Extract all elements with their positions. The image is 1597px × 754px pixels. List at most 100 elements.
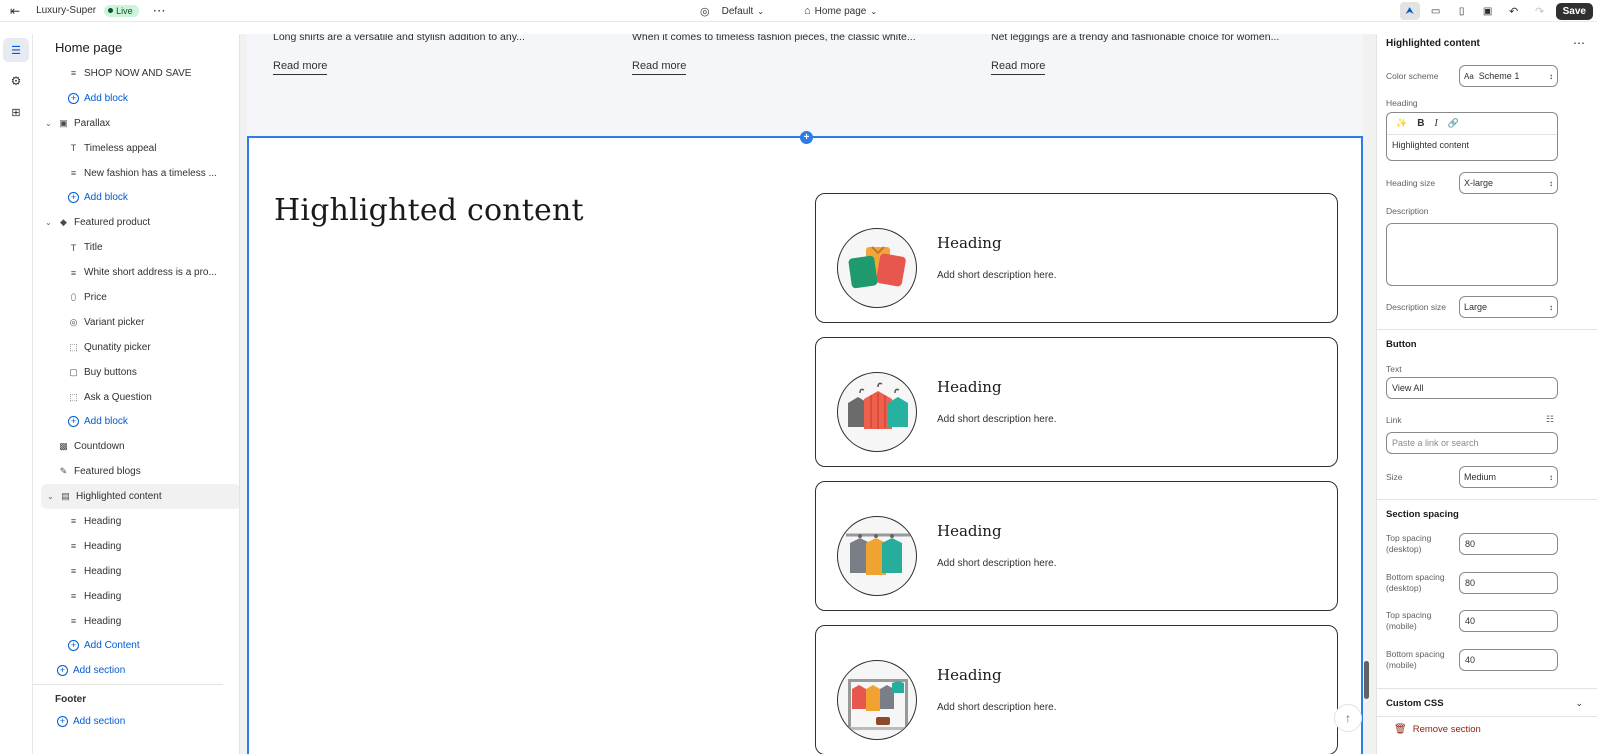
block-item[interactable]: ≡ New fashion has a timeless ... [33, 161, 223, 186]
add-block-button[interactable]: + Add Content [33, 633, 223, 658]
ai-sparkle-icon[interactable]: ✨ [1396, 118, 1407, 129]
footer-title: Footer [55, 694, 87, 705]
custom-css-toggle[interactable]: Custom CSS [1386, 698, 1444, 709]
bottom-mobile-input[interactable]: 40 [1459, 649, 1558, 671]
block-item[interactable]: ⬯ Price [33, 285, 223, 310]
featured-blogs-section[interactable]: Long shirts are a versatile and stylish … [247, 34, 1363, 136]
text-T-icon: T [70, 143, 77, 154]
read-more-link[interactable]: Read more [632, 60, 687, 75]
block-label: Title [84, 242, 103, 254]
block-item[interactable]: T Timeless appeal [33, 136, 223, 161]
section-item[interactable]: ✎ Featured blogs [33, 459, 223, 484]
chevron-down-icon[interactable]: ⌄ [45, 218, 54, 227]
section-item[interactable]: ⌄ ▤ Highlighted content [41, 484, 239, 510]
store-name[interactable]: Luxury-Super [36, 5, 96, 16]
scroll-to-top-button[interactable]: ↑ [1334, 704, 1362, 732]
card-description: Add short description here. [937, 702, 1057, 713]
block-item[interactable]: T Title [33, 235, 223, 260]
blog-excerpt: Net leggings are a trendy and fashionabl… [991, 34, 1280, 43]
blog-excerpt: When it comes to timeless fashion pieces… [632, 34, 916, 43]
block-label: Ask a Question [84, 391, 152, 403]
save-button[interactable]: Save [1555, 2, 1593, 20]
undo-icon[interactable]: ↶ [1504, 2, 1524, 20]
content-card[interactable]: Heading Add short description here. [815, 481, 1338, 611]
sections-panel: Home page ≡ SHOP NOW AND SAVE + Add block ⌄ ▣… [33, 34, 240, 754]
heading-value[interactable]: Highlighted content [1387, 135, 1557, 155]
add-block-button[interactable]: + Add block [33, 409, 223, 434]
block-item[interactable]: ≡ Heading [33, 509, 223, 534]
color-scheme-select[interactable]: Aa Scheme 1 ↕ [1459, 65, 1558, 87]
button-text-input[interactable]: View All [1386, 377, 1558, 399]
bottom-desktop-label: Bottom spacing (desktop) [1386, 572, 1445, 593]
section-label: Featured product [74, 217, 151, 229]
bold-icon[interactable]: B [1417, 118, 1424, 129]
block-item[interactable]: ◎ Variant picker [33, 310, 223, 335]
theme-selector[interactable]: ◎ Default ⌄ [700, 5, 764, 18]
block-label: Price [84, 291, 107, 303]
block-item[interactable]: ≡ Heading [33, 609, 223, 634]
blog-excerpt: Long shirts are a versatile and stylish … [273, 34, 525, 43]
card-heading: Heading [937, 666, 1002, 684]
settings-gear-icon[interactable]: ⚙ [3, 69, 29, 93]
fullscreen-view-icon[interactable]: ▣ [1478, 2, 1498, 20]
chevron-down-icon[interactable]: ⌄ [1575, 698, 1583, 709]
mobile-view-icon[interactable]: ▯ [1452, 2, 1472, 20]
link-input[interactable]: Paste a link or search [1386, 432, 1558, 454]
blog-card: When it comes to timeless fashion pieces… [632, 34, 916, 75]
inspector-icon[interactable]: ⮝ [1399, 2, 1420, 20]
top-mobile-input[interactable]: 40 [1459, 610, 1558, 632]
block-item[interactable]: ≡ Heading [33, 559, 223, 584]
preview-scrollbar[interactable] [1364, 661, 1369, 699]
add-block-button[interactable]: + Add block [33, 86, 223, 111]
rte-toolbar: ✨ B I 🔗 [1387, 113, 1557, 135]
text-lines-icon: ≡ [70, 616, 77, 627]
description-textarea[interactable] [1386, 223, 1558, 286]
block-item[interactable]: ⬚ Qunatity picker [33, 335, 223, 360]
countdown-icon: ▩ [59, 441, 68, 452]
redo-icon[interactable]: ↷ [1530, 2, 1550, 20]
section-item[interactable]: ⌄ ▣ Parallax [33, 111, 223, 136]
footer-add-label: Add section [73, 715, 126, 727]
chevron-down-icon[interactable]: ⌄ [47, 492, 56, 501]
link-icon[interactable]: 🔗 [1448, 118, 1459, 129]
chevron-down-icon[interactable]: ⌄ [45, 119, 54, 128]
product-icon: ◆ [60, 217, 67, 228]
heading-size-select[interactable]: X-large ↕ [1459, 172, 1558, 194]
block-item[interactable]: ≡ SHOP NOW AND SAVE [33, 61, 223, 86]
add-section-plus-icon[interactable]: + [800, 131, 813, 144]
exit-icon[interactable]: ⇤ [10, 4, 20, 18]
add-block-button[interactable]: + Add block [33, 185, 223, 210]
more-actions-button[interactable]: ⋯ [153, 3, 166, 19]
database-icon[interactable]: ☷ [1546, 414, 1554, 425]
footer-add-section[interactable]: + Add section [33, 709, 223, 734]
block-label: Buy buttons [84, 366, 137, 378]
italic-icon[interactable]: I [1434, 118, 1437, 129]
block-item[interactable]: ▢ Buy buttons [33, 360, 223, 385]
content-card[interactable]: Heading Add short description here. [815, 625, 1338, 754]
more-options-icon[interactable]: ⋯ [1573, 36, 1585, 50]
description-size-select[interactable]: Large ↕ [1459, 296, 1558, 318]
heading-editor[interactable]: ✨ B I 🔗 Highlighted content [1386, 112, 1558, 161]
section-item[interactable]: ⌄ ◆ Featured product [33, 210, 223, 235]
read-more-link[interactable]: Read more [273, 60, 328, 75]
add-section-button[interactable]: + Add section [33, 658, 223, 683]
block-label: Heading [84, 590, 122, 602]
page-selector[interactable]: ⌂ Home page ⌄ [804, 5, 877, 17]
content-card[interactable]: Heading Add short description here. [815, 337, 1338, 467]
block-item[interactable]: ≡ White short address is a pro... [33, 260, 223, 285]
content-card[interactable]: Heading Add short description here. [815, 193, 1338, 323]
block-item[interactable]: ≡ Heading [33, 534, 223, 559]
block-item[interactable]: ⬚ Ask a Question [33, 385, 223, 410]
section-item[interactable]: ▩ Countdown [33, 434, 223, 459]
sections-icon[interactable]: ☰ [3, 38, 29, 62]
highlighted-content-section[interactable]: + Highlighted content Heading Add short … [247, 131, 1363, 754]
desktop-view-icon[interactable]: ▭ [1426, 2, 1446, 20]
button-size-select[interactable]: Medium ↕ [1459, 466, 1558, 488]
read-more-link[interactable]: Read more [991, 60, 1046, 75]
bottom-desktop-input[interactable]: 80 [1459, 572, 1558, 594]
remove-section-button[interactable]: 🗑 Remove section [1394, 724, 1481, 735]
top-desktop-input[interactable]: 80 [1459, 533, 1558, 555]
apps-icon[interactable]: ⊞ [3, 100, 29, 124]
block-item[interactable]: ≡ Heading [33, 584, 223, 609]
jackets-on-rack-icon [837, 516, 917, 596]
